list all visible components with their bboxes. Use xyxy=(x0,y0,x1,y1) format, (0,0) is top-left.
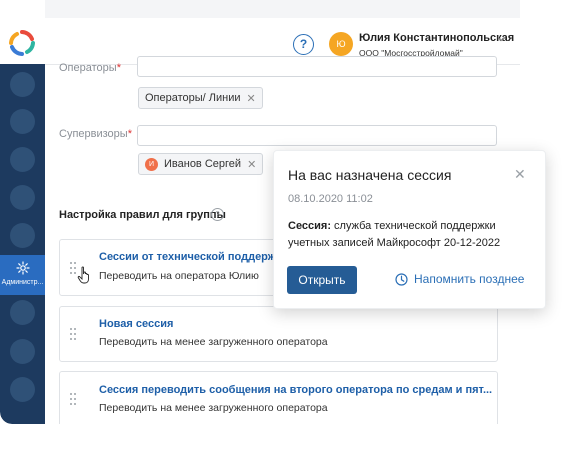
operators-input[interactable] xyxy=(137,56,497,77)
rule-card[interactable]: Сессия переводить сообщения на второго о… xyxy=(59,371,498,424)
drag-handle-icon[interactable] xyxy=(70,262,76,274)
sidebar-item-admin[interactable]: Администр... xyxy=(0,255,45,295)
supervisors-label: Супервизоры* xyxy=(59,128,132,140)
rule-description: Переводить на менее загруженного операто… xyxy=(99,336,328,348)
rule-card[interactable]: Новая сессия Переводить на менее загруже… xyxy=(59,306,498,362)
close-icon[interactable]: ✕ xyxy=(514,166,526,183)
sidebar-item[interactable] xyxy=(10,377,35,402)
rule-description: Переводить на менее загруженного операто… xyxy=(99,402,328,414)
rules-section-title: Настройка правил для группы xyxy=(59,209,226,221)
close-icon[interactable]: ✕ xyxy=(247,92,256,105)
remind-later-button[interactable]: Напомнить позднее xyxy=(395,272,524,286)
supervisors-input[interactable] xyxy=(137,125,497,146)
operators-label: Операторы* xyxy=(59,62,121,74)
chip-label: Операторы/ Линии xyxy=(145,92,241,104)
user-avatar[interactable]: Ю xyxy=(329,32,353,56)
popup-date: 08.10.2020 11:02 xyxy=(288,193,373,205)
sidebar-item[interactable] xyxy=(10,185,35,210)
sidebar-item[interactable] xyxy=(10,72,35,97)
close-icon[interactable]: ✕ xyxy=(247,158,256,171)
drag-handle-icon[interactable] xyxy=(70,328,76,340)
sidebar-item[interactable] xyxy=(10,109,35,134)
rule-title[interactable]: Сессия переводить сообщения на второго о… xyxy=(99,384,492,396)
chip-label: Иванов Сергей xyxy=(164,158,242,170)
rule-title[interactable]: Новая сессия xyxy=(99,318,173,330)
rule-description: Переводить на оператора Юлию xyxy=(99,270,259,282)
chevron-down-icon[interactable] xyxy=(497,35,505,43)
question-circle-icon[interactable]: ? xyxy=(293,34,314,55)
popup-body: Сессия: служба технической поддержки уче… xyxy=(288,218,538,252)
supervisor-chip: И Иванов Сергей ✕ xyxy=(138,153,264,175)
app-logo-icon[interactable] xyxy=(9,30,35,56)
session-label: Сессия: xyxy=(288,220,331,232)
sidebar: Администр... xyxy=(0,0,45,424)
avatar: И xyxy=(145,157,158,171)
session-notification-popup: На вас назначена сессия ✕ 08.10.2020 11:… xyxy=(273,150,546,309)
drag-handle-icon[interactable] xyxy=(70,393,76,405)
user-name[interactable]: Юлия Константинопольская xyxy=(359,32,514,44)
popup-title: На вас назначена сессия xyxy=(288,167,452,183)
sidebar-item-label: Администр... xyxy=(1,279,44,286)
sidebar-item[interactable] xyxy=(10,223,35,248)
sidebar-item[interactable] xyxy=(10,339,35,364)
help-icon[interactable]: ? xyxy=(211,208,224,221)
hand-cursor-icon xyxy=(77,266,89,284)
sidebar-item[interactable] xyxy=(10,147,35,172)
rule-title[interactable]: Сессии от технической поддержки xyxy=(99,251,288,263)
clock-icon xyxy=(395,272,408,286)
operators-chip: Операторы/ Линии ✕ xyxy=(138,87,263,109)
gear-icon xyxy=(16,261,30,275)
sidebar-item[interactable] xyxy=(10,300,35,325)
open-button[interactable]: Открыть xyxy=(287,266,357,294)
remind-later-label: Напомнить позднее xyxy=(414,272,525,286)
